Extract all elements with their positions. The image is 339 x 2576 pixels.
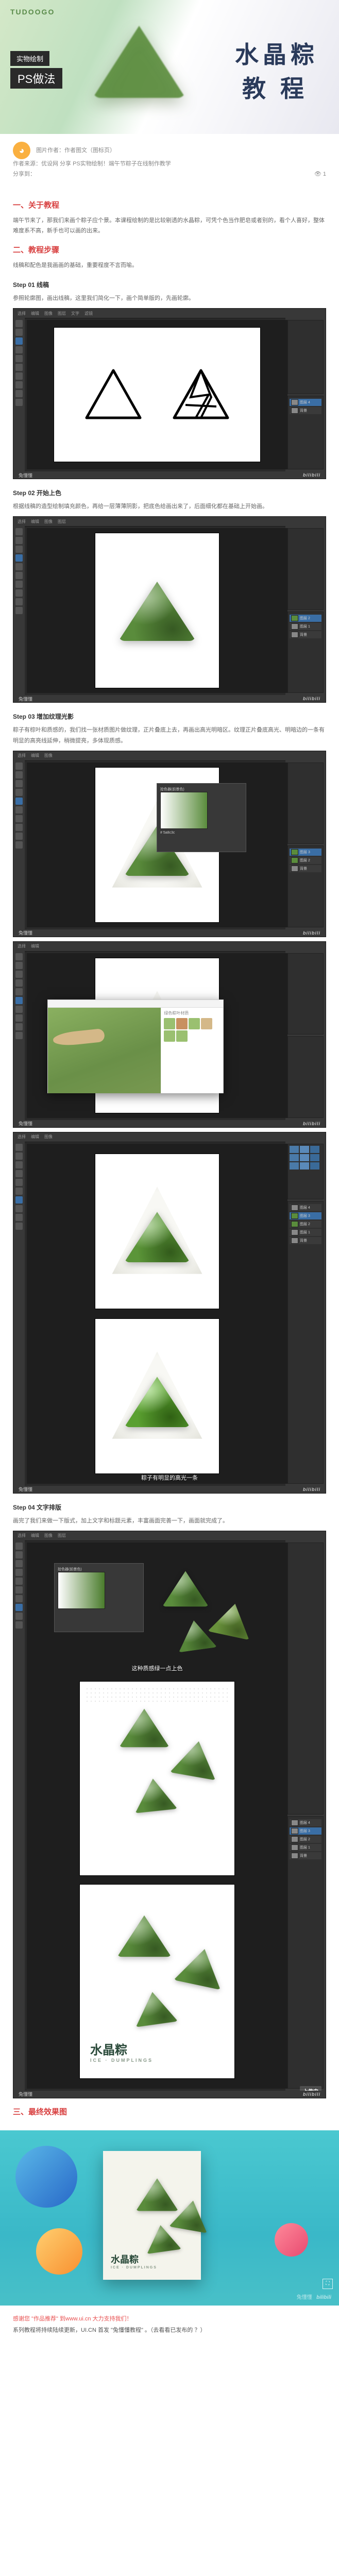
ps-toolbar[interactable] bbox=[13, 318, 25, 471]
ps-screenshot-4: 选择编辑图像图层 图层 4 图层 3 图层 2 图层 1 背景 拾色器(前景色)… bbox=[13, 1531, 326, 2098]
color-picker-dialog[interactable]: 拾色器(前景色) # 5a8c3c bbox=[157, 783, 246, 852]
step-intro: 线稿和配色是我画画的基础，重要程度不言而喻。 bbox=[13, 260, 326, 271]
author-avatar[interactable]: ◕ bbox=[13, 142, 30, 159]
bili-watermark: bilibili bbox=[303, 472, 320, 478]
section-2-heading: 二、教程步骤 bbox=[13, 244, 326, 255]
tutorial-hero-banner: TUDOOGO 实物绘制 PS做法 水晶粽 教程 bbox=[0, 0, 339, 134]
ps-screenshot-3c: 选择编辑图像 图层 4 图层 3 图层 2 图层 1 背景 bbox=[13, 1132, 326, 1494]
outline-triangle-plain bbox=[82, 366, 144, 423]
poster-title: 水晶粽 ICE · DUMPLINGS bbox=[90, 2040, 153, 2063]
caption-3c: 粽子有明显的高光一条 bbox=[141, 1473, 198, 1482]
source-label: 作者来源：优设网 分享 PS实物绘制！端午节粽子在线制作教学 bbox=[13, 161, 171, 167]
article-meta: ◕ 图片作者：作者图文（图标页） 作者来源：优设网 分享 PS实物绘制！端午节粽… bbox=[0, 134, 339, 188]
tag-label-2: PS做法 bbox=[10, 68, 62, 89]
hero-zongzi-illustration bbox=[93, 26, 196, 113]
section-1-heading: 一、关于教程 bbox=[13, 199, 326, 210]
texture-sidebar: 绿色粽叶材质 bbox=[161, 1008, 223, 1093]
final-poster: 水晶粽 ICE · DUMPLINGS bbox=[103, 2151, 201, 2280]
author-label: 图片作者：作者图文（图标页） bbox=[36, 147, 115, 154]
brand-logo: TUDOOGO bbox=[10, 8, 55, 16]
step02-title: Step 02 开始上色 bbox=[13, 488, 326, 497]
deco-disc-pink bbox=[275, 2223, 308, 2257]
texture-preview bbox=[48, 1008, 161, 1093]
section-3-heading: 三、最终效果图 bbox=[13, 2106, 326, 2117]
caption-4a: 这种质感绿一点上色 bbox=[132, 1664, 183, 1672]
bili-user: 兔懂懂 bbox=[19, 472, 32, 479]
ps-menubar: 选择编辑图像图层文字滤镜 bbox=[13, 309, 326, 318]
final-result-image: 水晶粽 ICE · DUMPLINGS 兔懂懂 bilibili ⛶ bbox=[0, 2130, 339, 2306]
step02-desc: 根据线稿的造型绘制填充颜色，再给一层薄薄阴影，把底色给画出来了，后面细化都在基础… bbox=[13, 501, 326, 512]
share-label: 分享到： bbox=[13, 171, 36, 177]
step03-title: Step 03 增加纹理光影 bbox=[13, 712, 326, 721]
poster-layout-2: 水晶粽 ICE · DUMPLINGS bbox=[80, 1885, 234, 2078]
deco-disc-orange bbox=[36, 2228, 82, 2275]
hero-title-line1: 水晶粽 bbox=[235, 36, 318, 70]
ps-canvas[interactable] bbox=[27, 320, 287, 469]
ps-panels[interactable]: 图层 4 背景 bbox=[285, 318, 326, 471]
ps-screenshot-3b: 选择编辑 绿色粽叶材质 兔懂懂bilibili bbox=[13, 941, 326, 1128]
hero-title: 水晶粽 教程 bbox=[235, 36, 318, 104]
ps-screenshot-2: 选择编辑图像图层 图层 2 图层 1 背景 兔懂懂bilibili bbox=[13, 516, 326, 703]
step04-title: Step 04 文字排版 bbox=[13, 1503, 326, 1512]
texture-browser-overlay[interactable]: 绿色粽叶材质 bbox=[47, 999, 224, 1093]
step01-title: Step 01 线稿 bbox=[13, 280, 326, 289]
layers-panel: 图层 4 背景 bbox=[287, 396, 324, 470]
ps-screenshot-1: 选择编辑图像图层文字滤镜 图层 4 背景 兔懂懂 bilibili bbox=[13, 308, 326, 479]
step01-desc: 参照轮廓图，画出线稿，这里我们简化一下，画个简单版的，先画轮廓。 bbox=[13, 293, 326, 304]
step04-desc: 画完了我们来做一下版式，加上文字和标题元素，丰富画面完善一下，画面就完成了。 bbox=[13, 1516, 326, 1527]
views-count: 👁 1 bbox=[314, 170, 326, 180]
deco-disc-blue bbox=[15, 2146, 77, 2208]
color-picker-2[interactable]: 拾色器(前景色) bbox=[54, 1563, 144, 1632]
footer-notes: 感谢您 "作品推荐" 到www.ui.cn 大力支持我们！ 系列教程将持续陆续更… bbox=[0, 2306, 339, 2344]
intro-text: 端午节来了，那我们来画个粽子应个景。本课程绘制的是比较剔透的水晶粽，可凭个色当作… bbox=[13, 215, 326, 237]
zongzi-base-color bbox=[118, 580, 196, 641]
step03-desc: 粽子有棕叶和质感的，我们找一张材质图片做纹理，正片叠底上去，再画出高光明暗区。纹… bbox=[13, 725, 326, 747]
ps-screenshot-3a: 选择编辑图像 图层 3 图层 2 背景 拾色器(前景色) # 5a8c3c 兔懂… bbox=[13, 751, 326, 937]
zongzi-variant-3 bbox=[157, 1604, 234, 1665]
ps-statusbar: 兔懂懂 bilibili bbox=[13, 471, 326, 479]
outline-triangle-detailed bbox=[170, 366, 232, 423]
bili-watermark-final: 兔懂懂 bilibili bbox=[297, 2293, 331, 2300]
expand-icon[interactable]: ⛶ bbox=[323, 2279, 333, 2289]
tag-label-1: 实物绘制 bbox=[10, 51, 49, 66]
poster-layout-1 bbox=[80, 1682, 234, 1875]
hero-tags: 实物绘制 PS做法 bbox=[10, 49, 62, 89]
hero-title-line2: 教程 bbox=[235, 70, 318, 104]
